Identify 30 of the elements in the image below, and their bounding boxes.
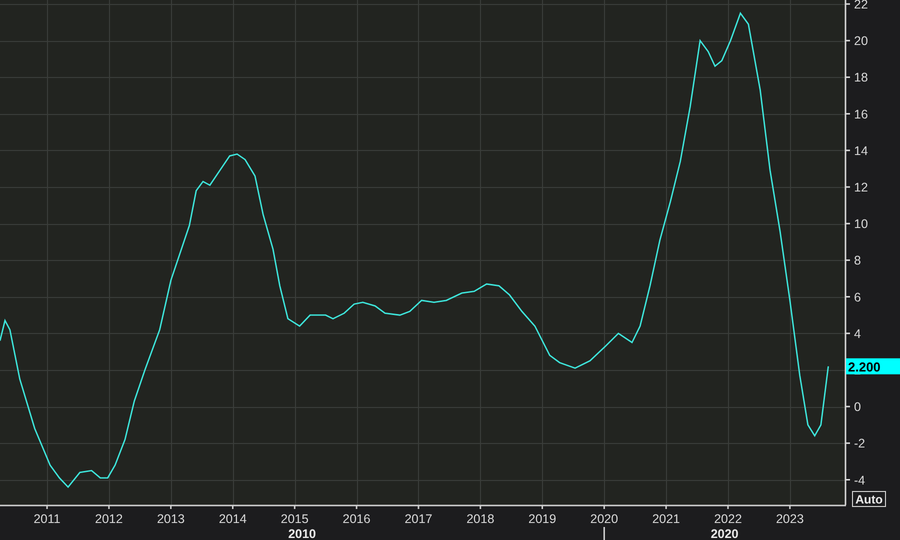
y-tick-label: -2	[854, 436, 866, 451]
divider-tick	[603, 527, 605, 540]
x-tick-label: 2016	[342, 512, 370, 526]
y-tick-label: 22	[854, 0, 868, 12]
x-tick-label: 2019	[528, 512, 556, 526]
x-tick-label: 2011	[34, 512, 60, 526]
y-tick-label: 4	[854, 326, 861, 341]
x-tick-label: 2020	[590, 512, 618, 526]
y-tick-label: 18	[854, 70, 868, 85]
decade-label: 2010	[288, 527, 316, 540]
y-tick-label: 10	[854, 217, 868, 232]
y-tick-label: 8	[854, 254, 861, 268]
x-tick-label: 2023	[776, 512, 804, 526]
x-tick-label: 2015	[280, 512, 309, 526]
x-tick-label: 2021	[652, 512, 680, 526]
auto-button[interactable]: Auto	[852, 491, 886, 507]
x-tick-label: 2017	[404, 512, 432, 526]
x-tick-label: 2018	[466, 512, 494, 526]
y-tick-label: 6	[854, 290, 861, 304]
x-tick-label: 2012	[95, 512, 123, 526]
x-tick-label: 2013	[156, 512, 185, 526]
y-tick-label: 20	[854, 34, 868, 48]
y-tick-label: 14	[854, 144, 868, 158]
y-tick-label: 0	[854, 400, 861, 414]
y-tick-label: -4	[854, 473, 866, 488]
y-tick-label: 12	[854, 180, 868, 194]
y-tick-label: 16	[854, 107, 868, 122]
x-tick-label: 2022	[714, 512, 742, 526]
x-tick-label: 2014	[218, 512, 247, 526]
decade-label: 2020	[710, 527, 738, 540]
